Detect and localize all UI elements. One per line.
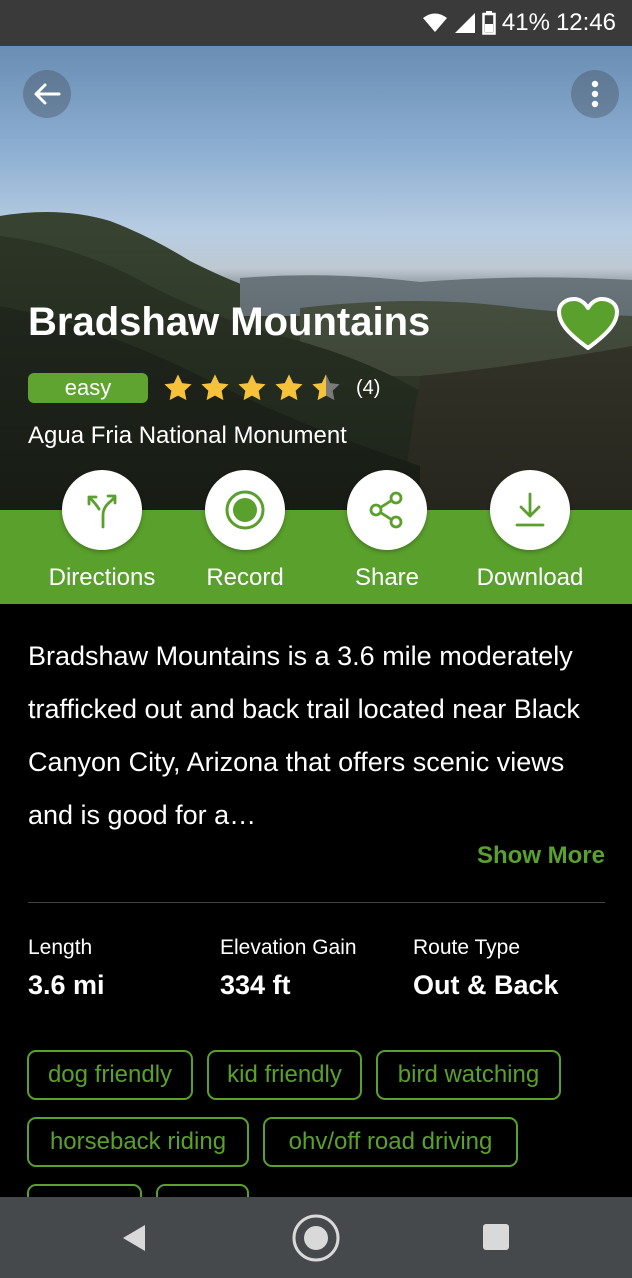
record-button[interactable]: Record [170, 470, 320, 592]
record-icon [225, 490, 265, 530]
review-count[interactable]: (4) [356, 377, 380, 400]
star-rating [162, 372, 342, 404]
stat-value: 334 ft [220, 970, 291, 1000]
half-star-icon [312, 374, 340, 401]
download-icon [515, 492, 545, 527]
tag-chip[interactable]: horseback riding [27, 1117, 249, 1167]
wifi-icon [422, 13, 447, 32]
stat-value: 3.6 mi [28, 970, 105, 1000]
stat-length: Length 3.6 mi [28, 936, 105, 1001]
download-label: Download [476, 564, 584, 591]
more-options-button[interactable] [571, 70, 619, 118]
share-label: Share [354, 564, 420, 591]
system-nav-bar [0, 1197, 632, 1278]
stat-label: Elevation Gain [220, 936, 357, 959]
directions-circle[interactable] [62, 470, 142, 550]
difficulty-badge: easy [28, 373, 148, 403]
stat-label: Length [28, 936, 93, 959]
cell-signal-icon [454, 13, 475, 33]
tag-chip[interactable]: bird watching [376, 1050, 561, 1100]
share-icon [369, 491, 403, 529]
directions-label: Directions [48, 564, 156, 591]
recents-square-icon[interactable] [482, 1223, 510, 1251]
trail-description: Bradshaw Mountains is a 3.6 mile moderat… [28, 641, 580, 830]
home-circle-icon[interactable] [291, 1213, 341, 1263]
star-icon [238, 374, 266, 401]
record-circle[interactable] [205, 470, 285, 550]
tag-chip[interactable]: kid friendly [207, 1050, 362, 1100]
rating-row: easy (4) [28, 372, 380, 404]
record-label: Record [206, 564, 284, 591]
favorite-heart-icon[interactable] [556, 296, 620, 352]
stat-value: Out & Back [413, 970, 559, 1000]
battery-icon [482, 11, 496, 35]
more-vertical-icon [591, 80, 599, 108]
clock: 12:46 [555, 9, 616, 36]
star-icon [164, 374, 192, 401]
share-circle[interactable] [347, 470, 427, 550]
divider [28, 902, 605, 903]
arrow-left-icon [34, 83, 61, 105]
directions-icon [87, 494, 117, 529]
star-icon [201, 374, 229, 401]
status-icons: 41% 12:46 [422, 8, 616, 38]
tag-chip[interactable]: dog friendly [27, 1050, 193, 1100]
back-button[interactable] [23, 70, 71, 118]
stat-route-type: Route Type Out & Back [413, 936, 559, 1001]
show-more-link[interactable]: Show More [477, 842, 605, 870]
download-circle[interactable] [490, 470, 570, 550]
share-button[interactable]: Share [312, 470, 462, 592]
star-icon [275, 374, 303, 401]
status-bar: 41% 12:46 [0, 0, 632, 46]
tag-chip[interactable]: ohv/off road driving [263, 1117, 518, 1167]
stat-elevation-gain: Elevation Gain 334 ft [220, 936, 357, 1001]
trail-title: Bradshaw Mountains [28, 300, 431, 344]
stat-label: Route Type [413, 936, 521, 959]
battery-level: 41% [501, 9, 550, 36]
park-name[interactable]: Agua Fria National Monument [28, 422, 347, 450]
directions-button[interactable]: Directions [27, 470, 177, 592]
back-triangle-icon[interactable] [121, 1223, 147, 1253]
download-button[interactable]: Download [455, 470, 605, 592]
